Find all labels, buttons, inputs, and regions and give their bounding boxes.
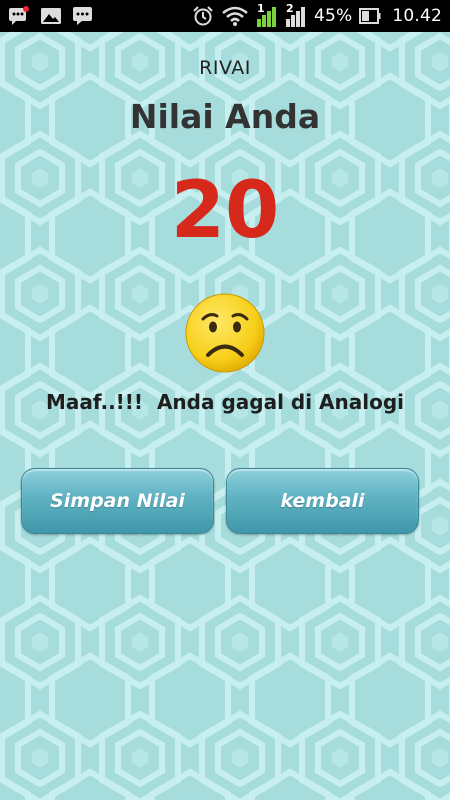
battery-icon (359, 8, 381, 24)
result-screen: 1 2 45% 10.42 RIVAI Nilai Anda 20 Maaf..… (0, 0, 450, 800)
signal-sim-1: 1 (255, 2, 278, 28)
page-title: Nilai Anda (129, 97, 321, 136)
alarm-icon (193, 6, 213, 26)
hexagon-background-pattern (0, 32, 450, 800)
save-score-button[interactable]: Simpan Nilai (21, 468, 214, 534)
chat-icon (73, 7, 92, 25)
battery-percent: 45% (313, 6, 353, 26)
bbm-notification-icon (9, 6, 29, 25)
sim-1-label: 1 (255, 2, 266, 15)
gallery-icon (41, 8, 61, 24)
sad-face-icon (185, 293, 265, 373)
status-bar: 1 2 45% 10.42 (0, 0, 450, 32)
sim-2-label: 2 (284, 2, 295, 15)
back-button[interactable]: kembali (226, 468, 419, 534)
result-message: Maaf..!!! Anda gagal di Analogi (45, 390, 405, 414)
username: RIVAI (199, 57, 251, 79)
clock: 10.42 (392, 6, 442, 26)
score-value: 20 (170, 166, 280, 256)
signal-sim-2: 2 (284, 2, 307, 28)
wifi-icon (222, 6, 248, 26)
